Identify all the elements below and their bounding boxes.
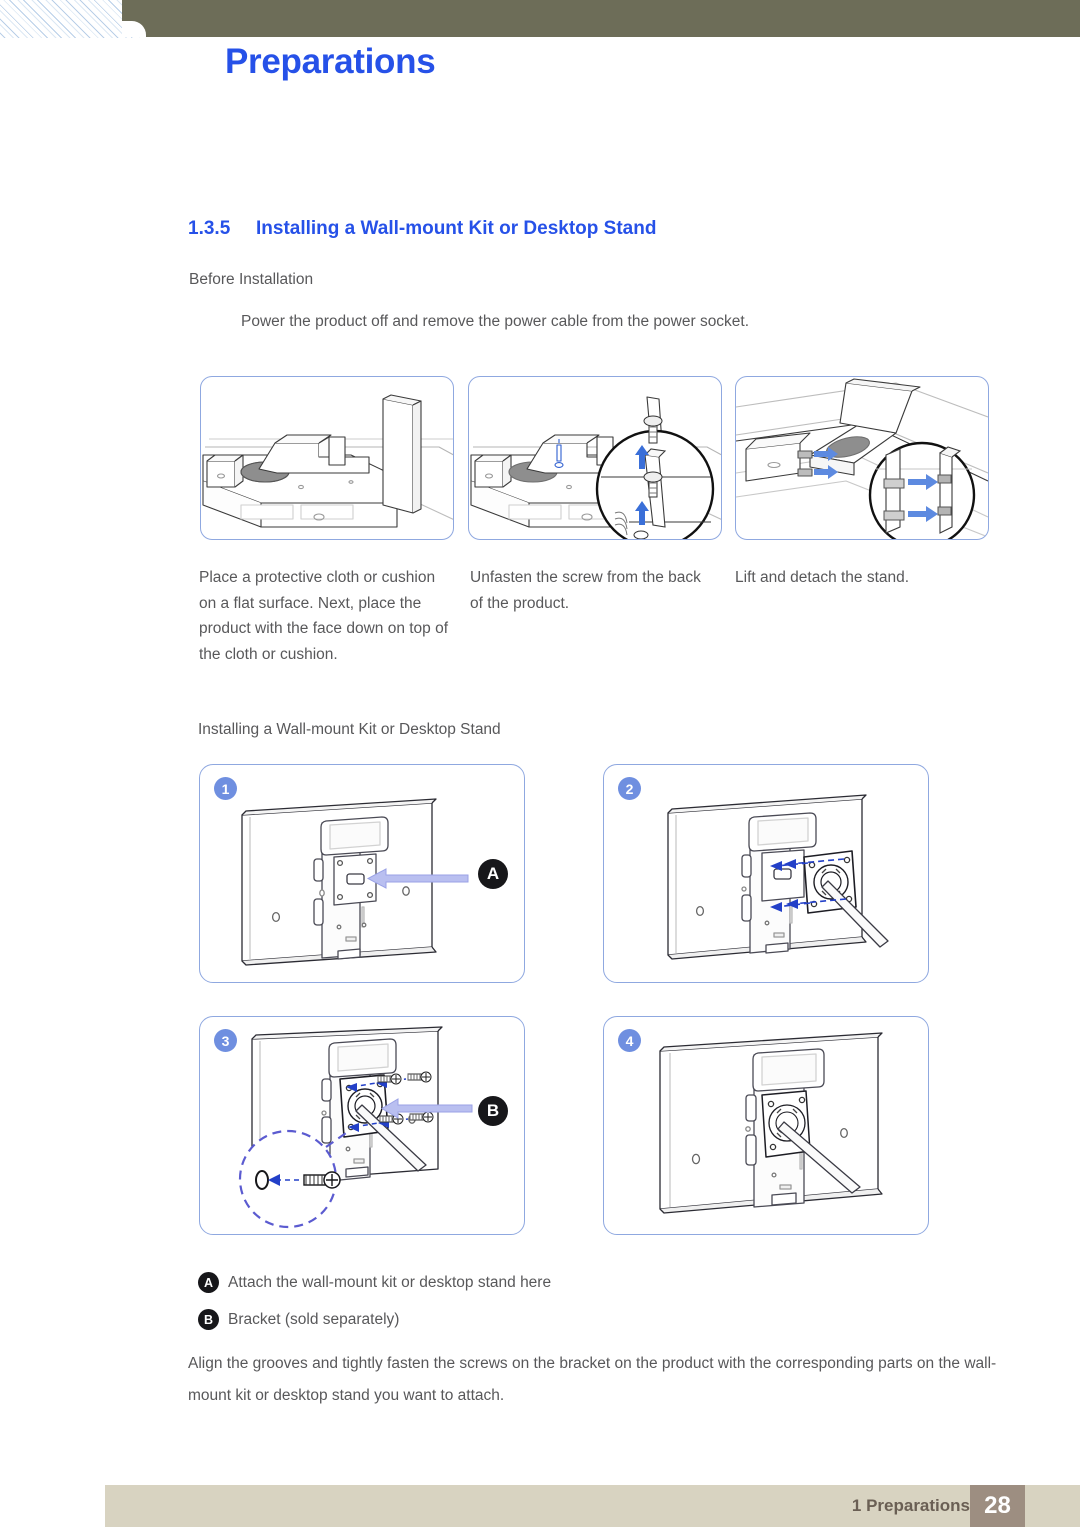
step-4-illustration (659, 1032, 883, 1214)
top-illustration-row (200, 376, 1000, 542)
header-olive-bar (122, 0, 1080, 37)
footer-page-number: 28 (970, 1485, 1025, 1527)
section-title: Installing a Wall-mount Kit or Desktop S… (256, 218, 657, 239)
step-2-illustration (667, 794, 889, 960)
legend-text-b: Bracket (sold separately) (228, 1310, 400, 1328)
page-footer: 1 Preparations 28 (105, 1485, 1080, 1527)
caption-place-cloth: Place a protective cloth or cushion on a… (199, 569, 449, 663)
step-panel-1: 1 A (199, 764, 525, 983)
legend-row-a: A Attach the wall-mount kit or desktop s… (198, 1272, 551, 1293)
illustration-detach-stand (735, 376, 989, 540)
step-1-illustration (241, 798, 469, 966)
step-number-badge-2: 2 (618, 777, 641, 800)
illustration-place-cloth (200, 376, 454, 540)
legend-marker-a: A (198, 1272, 219, 1293)
page-header: Preparations (0, 0, 1080, 130)
caption-detach-stand: Lift and detach the stand. (735, 569, 910, 586)
header-stripe-pattern (0, 0, 140, 38)
callout-a-step1: A (478, 859, 508, 889)
final-instruction: Align the grooves and tightly fasten the… (188, 1355, 997, 1404)
legend-marker-b: B (198, 1309, 219, 1330)
step-panel-grid: 1 A 2 3 B 4 (199, 764, 939, 1235)
install-subheading: Installing a Wall-mount Kit or Desktop S… (198, 721, 501, 738)
step-number-badge-4: 4 (618, 1029, 641, 1052)
legend-text-a: Attach the wall-mount kit or desktop sta… (228, 1273, 552, 1291)
illustration-place-cloth-art (202, 394, 453, 528)
section-number: 1.3.5 (188, 218, 231, 239)
step-panel-2: 2 (603, 764, 929, 983)
callout-b-step3: B (478, 1096, 508, 1126)
step-number-badge-1: 1 (214, 777, 237, 800)
section-heading: 1.3.5 Installing a Wall-mount Kit or Desk… (188, 218, 656, 240)
step-3-magnifier (238, 1129, 347, 1229)
step-3-illustration (238, 1026, 473, 1229)
caption-unfasten-screw: Unfasten the screw from the back of the … (470, 569, 701, 612)
step-panel-3: 3 B (199, 1016, 525, 1235)
before-installation-label: Before Installation (189, 271, 314, 288)
page-title: Preparations (225, 42, 436, 81)
footer-chapter-label: 1 Preparations (851, 1496, 970, 1515)
legend-row-b: B Bracket (sold separately) (198, 1309, 551, 1330)
illustration-detach-stand-art (736, 378, 988, 539)
step-number-badge-3: 3 (214, 1029, 237, 1052)
illustration-unfasten-screw-art (470, 396, 721, 539)
power-off-note: Power the product off and remove the pow… (241, 313, 750, 330)
step-panel-4: 4 (603, 1016, 929, 1235)
illustration-unfasten-screw (468, 376, 722, 540)
callout-legend: A Attach the wall-mount kit or desktop s… (198, 1272, 551, 1346)
